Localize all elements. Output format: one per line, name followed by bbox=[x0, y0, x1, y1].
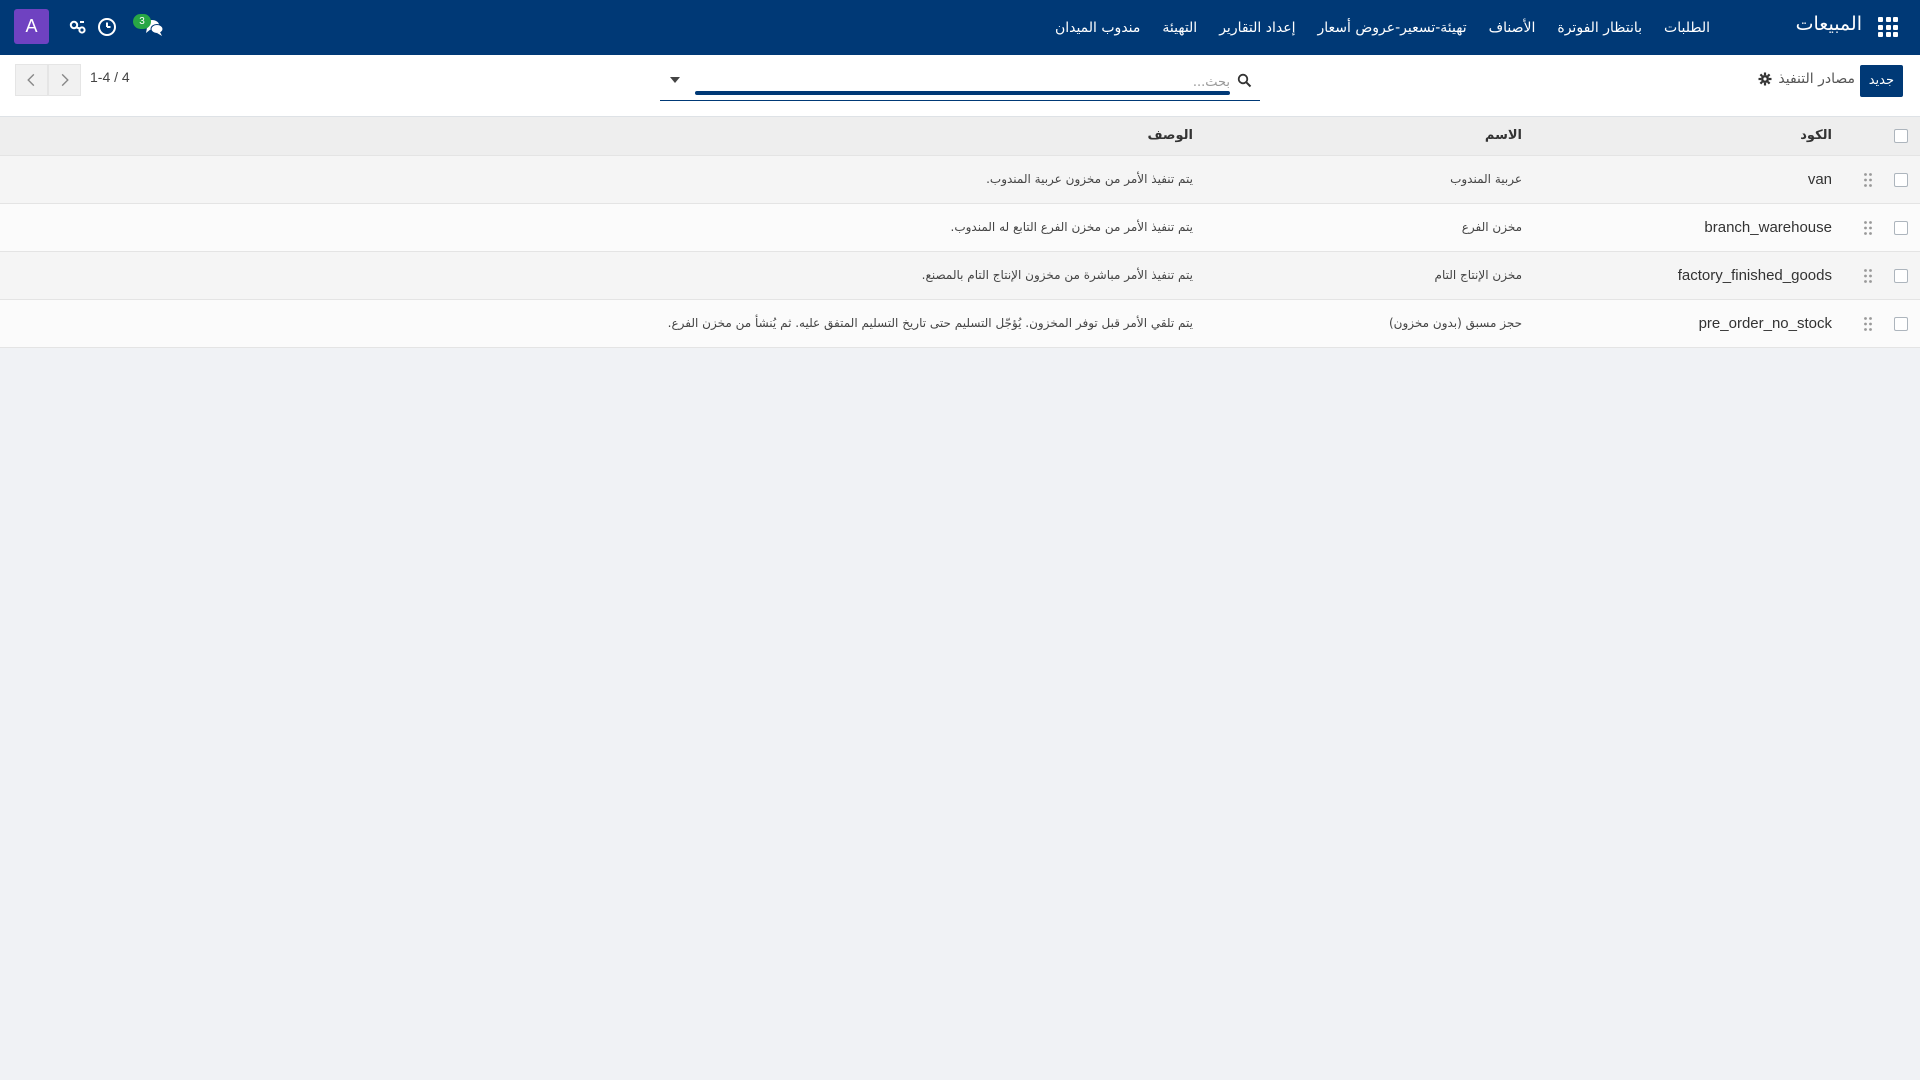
row-checkbox[interactable] bbox=[1894, 269, 1908, 283]
new-button[interactable]: جديد bbox=[1859, 65, 1903, 97]
handle-header bbox=[1840, 117, 1880, 156]
column-header-description[interactable]: الوصف bbox=[0, 117, 1200, 156]
top-navbar: المبيعات الطلبات بانتظار الفوترة الأصناف… bbox=[0, 0, 1920, 55]
select-all-checkbox[interactable] bbox=[1894, 128, 1908, 143]
search-input[interactable] bbox=[695, 71, 1230, 93]
gear-icon[interactable] bbox=[1758, 72, 1772, 86]
cell-name: مخزن الإنتاج التام bbox=[1200, 251, 1530, 300]
records-table: الكود الاسم الوصف van عربية المندوب يتم … bbox=[0, 117, 1920, 348]
table-row[interactable]: van عربية المندوب يتم تنفيذ الأمر من مخز… bbox=[0, 155, 1920, 204]
row-checkbox[interactable] bbox=[1894, 173, 1908, 187]
column-header-code[interactable]: الكود bbox=[1530, 117, 1840, 156]
row-checkbox[interactable] bbox=[1894, 221, 1908, 235]
user-avatar[interactable]: A bbox=[14, 9, 49, 44]
cell-description: يتم تنفيذ الأمر من مخزون عربية المندوب. bbox=[0, 155, 1200, 204]
main-menu: الطلبات بانتظار الفوترة الأصناف تهيئة-تس… bbox=[1033, 0, 1710, 55]
search-icon[interactable] bbox=[1237, 73, 1252, 88]
chat-count-badge: 3 bbox=[133, 14, 151, 29]
tools-icon[interactable] bbox=[67, 16, 89, 38]
menu-item-field-rep[interactable]: مندوب الميدان bbox=[1055, 20, 1140, 36]
search-bar bbox=[660, 65, 1260, 101]
table-row[interactable]: branch_warehouse مخزن الفرع يتم تنفيذ ال… bbox=[0, 203, 1920, 252]
drag-handle-icon[interactable] bbox=[1863, 220, 1873, 236]
menu-item-products[interactable]: الأصناف bbox=[1489, 20, 1536, 36]
cell-code: van bbox=[1530, 155, 1840, 204]
cell-name: حجز مسبق (بدون مخزون) bbox=[1200, 299, 1530, 348]
list-view: الكود الاسم الوصف van عربية المندوب يتم … bbox=[0, 117, 1920, 348]
table-header-row: الكود الاسم الوصف bbox=[0, 117, 1920, 156]
menu-item-to-invoice[interactable]: بانتظار الفوترة bbox=[1557, 20, 1642, 36]
cell-description: يتم تنفيذ الأمر من مخزن الفرع التابع له … bbox=[0, 203, 1200, 252]
menu-item-orders[interactable]: الطلبات bbox=[1664, 20, 1710, 36]
systray: A 3 bbox=[0, 0, 200, 55]
control-panel: جديد مصادر التنفيذ 1-4 / 4 bbox=[0, 55, 1920, 117]
pager-value[interactable]: 1-4 / 4 bbox=[90, 69, 130, 85]
search-loading-bar bbox=[695, 91, 1230, 95]
cell-description: يتم تلقي الأمر قبل توفر المخزون. يُؤجّل … bbox=[0, 299, 1200, 348]
cell-name: عربية المندوب bbox=[1200, 155, 1530, 204]
cell-code: branch_warehouse bbox=[1530, 203, 1840, 252]
cell-name: مخزن الفرع bbox=[1200, 203, 1530, 252]
apps-grid-icon[interactable] bbox=[1878, 17, 1898, 37]
column-header-name[interactable]: الاسم bbox=[1200, 117, 1530, 156]
cell-code: pre_order_no_stock bbox=[1530, 299, 1840, 348]
drag-handle-icon[interactable] bbox=[1863, 172, 1873, 188]
drag-handle-icon[interactable] bbox=[1863, 268, 1873, 284]
pager-previous-button[interactable] bbox=[15, 64, 48, 96]
table-row[interactable]: factory_finished_goods مخزن الإنتاج التا… bbox=[0, 251, 1920, 300]
breadcrumb: مصادر التنفيذ bbox=[1758, 71, 1855, 87]
row-checkbox[interactable] bbox=[1894, 317, 1908, 331]
clock-icon[interactable] bbox=[96, 16, 118, 38]
menu-item-reporting[interactable]: إعداد التقارير bbox=[1219, 20, 1295, 36]
menu-item-pricing-quotes-config[interactable]: تهيئة-تسعير-عروض أسعار bbox=[1317, 20, 1466, 36]
menu-item-configuration[interactable]: التهيئة bbox=[1162, 20, 1197, 36]
table-row[interactable]: pre_order_no_stock حجز مسبق (بدون مخزون)… bbox=[0, 299, 1920, 348]
page-title: مصادر التنفيذ bbox=[1778, 71, 1855, 87]
search-options-toggle[interactable] bbox=[670, 77, 680, 83]
pager-next-button[interactable] bbox=[48, 64, 81, 96]
cell-description: يتم تنفيذ الأمر مباشرة من مخزون الإنتاج … bbox=[0, 251, 1200, 300]
app-brand[interactable]: المبيعات bbox=[1796, 13, 1862, 35]
drag-handle-icon[interactable] bbox=[1863, 316, 1873, 332]
cell-code: factory_finished_goods bbox=[1530, 251, 1840, 300]
select-all-cell bbox=[1880, 117, 1920, 156]
